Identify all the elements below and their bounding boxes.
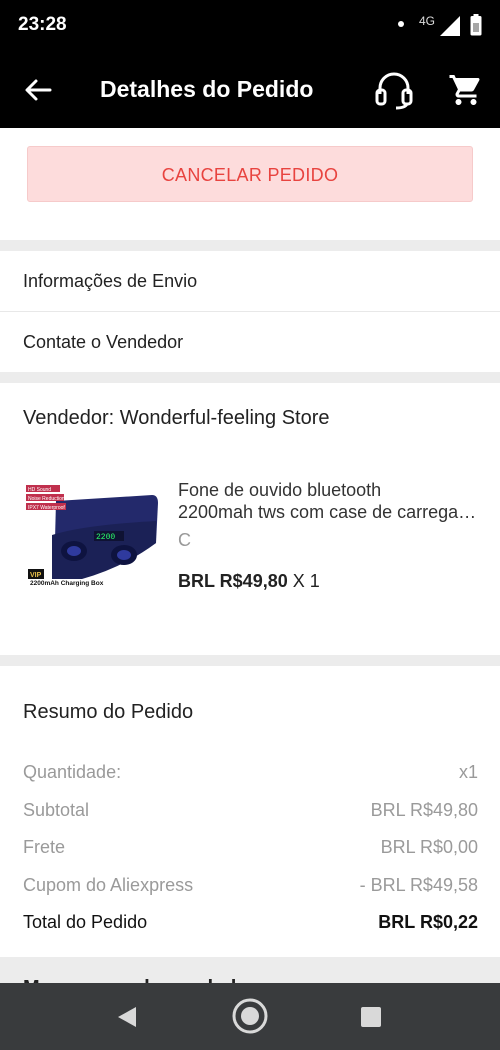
product-image-badge: VIP <box>30 572 42 579</box>
contact-seller-link[interactable]: Contate o Vendedor <box>0 312 500 373</box>
summary-row-shipping: Frete BRL R$0,00 <box>23 837 478 861</box>
summary-label: Quantidade: <box>23 762 122 782</box>
customer-service-headset-icon[interactable] <box>372 70 416 110</box>
product-variant: C <box>178 530 191 550</box>
cancel-order-button[interactable]: CANCELAR PEDIDO <box>27 146 473 202</box>
summary-value: BRL R$0,00 <box>380 837 478 857</box>
product-image-caption: 2200mAh Charging Box <box>30 580 104 587</box>
summary-row-total: Total do Pedido BRL R$0,22 <box>23 912 478 936</box>
notification-dot-icon <box>398 21 404 27</box>
summary-label: Total do Pedido <box>23 912 148 932</box>
product-image-tag-3: IPX7 Waterproof <box>28 505 65 511</box>
nav-recents-icon[interactable] <box>358 997 384 1037</box>
battery-icon <box>470 14 482 36</box>
summary-row-coupon: Cupom do Aliexpress - BRL R$49,58 <box>23 875 478 899</box>
summary-value: x1 <box>458 762 478 782</box>
product-price: BRL R$49,80 <box>178 571 288 591</box>
product-image-tag-2: Noise Reduction <box>28 496 65 502</box>
status-bar: 23:28 4G <box>0 0 500 52</box>
shipping-info-link[interactable]: Informações de Envio <box>0 251 500 312</box>
summary-label: Cupom do Aliexpress <box>23 875 194 895</box>
nav-home-icon[interactable] <box>230 996 270 1036</box>
summary-value: BRL R$0,22 <box>378 912 478 932</box>
summary-value: BRL R$49,80 <box>370 800 478 820</box>
back-arrow-icon[interactable] <box>22 74 54 106</box>
order-summary-section: Resumo do Pedido Quantidade: x1 Subtotal… <box>0 666 500 957</box>
cancel-section: CANCELAR PEDIDO <box>0 128 500 240</box>
product-title[interactable]: Fone de ouvido bluetooth 2200mah tws com… <box>178 479 478 523</box>
product-image-display: 2200 <box>96 533 115 542</box>
order-links-section: Informações de Envio Contate o Vendedor <box>0 251 500 372</box>
shopping-cart-icon[interactable] <box>448 72 484 108</box>
page-title: Detalhes do Pedido <box>100 76 314 102</box>
system-navigation-bar <box>0 983 500 1050</box>
summary-value: - BRL R$49,58 <box>359 875 478 895</box>
product-image-tag-1: HD Sound <box>28 487 51 493</box>
status-time: 23:28 <box>18 14 67 35</box>
signal-icon <box>440 16 460 36</box>
summary-row-subtotal: Subtotal BRL R$49,80 <box>23 800 478 824</box>
product-quantity: X 1 <box>287 571 320 591</box>
summary-row-quantity: Quantidade: x1 <box>23 762 478 786</box>
nav-back-icon[interactable] <box>114 997 140 1037</box>
app-bar: Detalhes do Pedido <box>0 52 500 128</box>
product-title-line1: Fone de ouvido bluetooth <box>178 480 382 500</box>
product-price-qty: BRL R$49,80 X 1 <box>178 571 320 592</box>
product-title-line2: 2200mah tws com case de carregamento <box>178 502 478 522</box>
product-thumbnail[interactable]: 2200 HD Sound Noise Reduction IPX7 Water… <box>24 481 164 605</box>
summary-label: Subtotal <box>23 800 90 820</box>
summary-label: Frete <box>23 837 66 857</box>
seller-name[interactable]: Vendedor: Wonderful-feeling Store <box>23 407 330 430</box>
network-type: 4G <box>419 14 436 28</box>
order-item-section: Vendedor: Wonderful-feeling Store 2200 H… <box>0 383 500 655</box>
summary-title: Resumo do Pedido <box>23 701 194 723</box>
